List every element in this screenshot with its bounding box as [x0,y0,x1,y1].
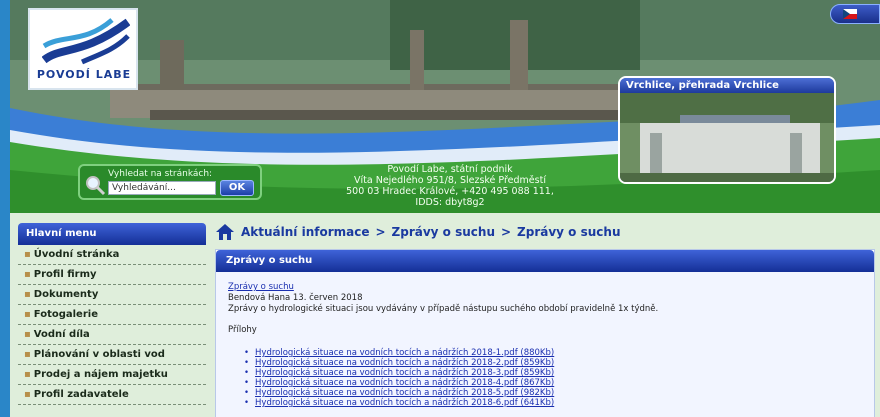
main-menu: Hlavní menu ▪ Úvodní stránka ▪ Profil firm… [18,223,206,417]
article-link[interactable]: Zprávy o suchu [228,282,294,292]
company-address: Povodí Labe, státní podnik Víta Nejedléh… [340,164,560,208]
address-line: Víta Nejedlého 951/8, Slezské Předměstí [354,175,546,186]
search-label: Vyhledat na stránkách: [108,169,213,179]
breadcrumb: Aktuální informace > Zprávy o suchu > Zp… [215,221,875,243]
breadcrumb-item-aktualni[interactable]: Aktuální informace [241,225,369,239]
menu-item-fotogalerie[interactable]: ▪ Fotogalerie [18,305,206,325]
photo-caption: Vrchlice, přehrada Vrchlice [620,78,834,93]
bullet-icon: ▪ [24,289,31,300]
attachment-link[interactable]: Hydrologická situace na vodních tocích a… [255,358,554,368]
menu-item-label: Vodní díla [33,329,90,340]
list-item: Hydrologická situace na vodních tocích a… [254,398,862,408]
menu-item-prodej-najem[interactable]: ▪ Prodej a nájem majetku [18,365,206,385]
menu-item-label: Profil firmy [33,269,97,280]
address-line: IDDS: dbyt8g2 [415,197,485,208]
menu-item-uvodni-stranka[interactable]: ▪ Úvodní stránka [18,245,206,265]
bullet-icon: ▪ [24,329,31,340]
menu-item-profil-firmy[interactable]: ▪ Profil firmy [18,265,206,285]
menu-item-label: Prodej a nájem majetku [33,369,168,380]
bullet-icon: ▪ [24,349,31,360]
address-line: 500 03 Hradec Králové, +420 495 088 111, [346,186,554,197]
menu-item-label: Dokumenty [33,289,99,300]
featured-photo-card[interactable]: Vrchlice, přehrada Vrchlice [618,76,836,184]
czech-flag-icon [843,9,857,19]
home-icon[interactable] [215,223,235,241]
search-ok-button[interactable]: OK [220,180,254,196]
bullet-icon: ▪ [24,249,31,260]
language-switch-button[interactable] [830,4,880,24]
list-item: Hydrologická situace na vodních tocích a… [254,378,862,388]
menu-item-planovani[interactable]: ▪ Plánování v oblasti vod [18,345,206,365]
breadcrumb-separator: > [375,225,386,239]
bullet-icon: ▪ [24,369,31,380]
povodi-labe-logo[interactable]: POVODÍ LABE [28,8,138,90]
search-form: Vyhledat na stránkách: OK [78,164,262,200]
logo-text: POVODÍ LABE [36,68,132,81]
main-menu-title: Hlavní menu [18,223,206,245]
site-header: POVODÍ LABE Vrchlice, přehrada Vrchlice … [10,0,880,213]
list-item: Hydrologická situace na vodních tocích a… [254,348,862,358]
bullet-icon: ▪ [24,269,31,280]
menu-item-label: Fotogalerie [33,309,98,320]
article-meta: Bendová Hana 13. červen 2018 [228,293,363,303]
menu-item-label: Plánování v oblasti vod [33,349,165,360]
logo-waves-icon [42,18,130,65]
attachment-link[interactable]: Hydrologická situace na vodních tocích a… [255,388,554,398]
address-line: Povodí Labe, státní podnik [387,164,513,175]
bullet-icon: ▪ [24,309,31,320]
list-item: Hydrologická situace na vodních tocích a… [254,368,862,378]
list-item: Hydrologická situace na vodních tocích a… [254,388,862,398]
breadcrumb-item-current[interactable]: Zprávy o suchu [517,225,620,239]
search-input[interactable] [108,181,216,195]
menu-item-label: Profil zadavatele [33,389,129,400]
attachment-link[interactable]: Hydrologická situace na vodních tocích a… [255,378,554,388]
magnifier-icon [86,176,106,196]
attachment-link[interactable]: Hydrologická situace na vodních tocích a… [255,348,554,358]
bullet-icon: ▪ [24,389,31,400]
menu-item-label: Úvodní stránka [33,249,120,260]
attachments-label: Přílohy [228,325,257,335]
attachment-link[interactable]: Hydrologická situace na vodních tocích a… [255,398,554,408]
list-item: Hydrologická situace na vodních tocích a… [254,358,862,368]
breadcrumb-item-zpravy[interactable]: Zprávy o suchu [392,225,495,239]
menu-item-dokumenty[interactable]: ▪ Dokumenty [18,285,206,305]
dam-photo [620,93,834,182]
content-area: Hlavní menu ▪ Úvodní stránka ▪ Profil firm… [10,213,880,417]
article-description: Zprávy o hydrologické situaci jsou vydáv… [228,304,659,314]
attachment-link[interactable]: Hydrologická situace na vodních tocích a… [255,368,554,378]
menu-item-profil-zadavatele[interactable]: ▪ Profil zadavatele [18,385,206,405]
breadcrumb-separator: > [500,225,512,239]
attachments-list: Hydrologická situace na vodních tocích a… [228,348,862,408]
panel-body: Zprávy o suchu Bendová Hana 13. červen 2… [216,272,874,417]
article-panel: Zprávy o suchu Zprávy o suchu Bendová Ha… [215,249,875,417]
main-content: Aktuální informace > Zprávy o suchu > Zp… [215,221,875,417]
panel-title: Zprávy o suchu [216,250,874,272]
menu-item-vodni-dila[interactable]: ▪ Vodní díla [18,325,206,345]
